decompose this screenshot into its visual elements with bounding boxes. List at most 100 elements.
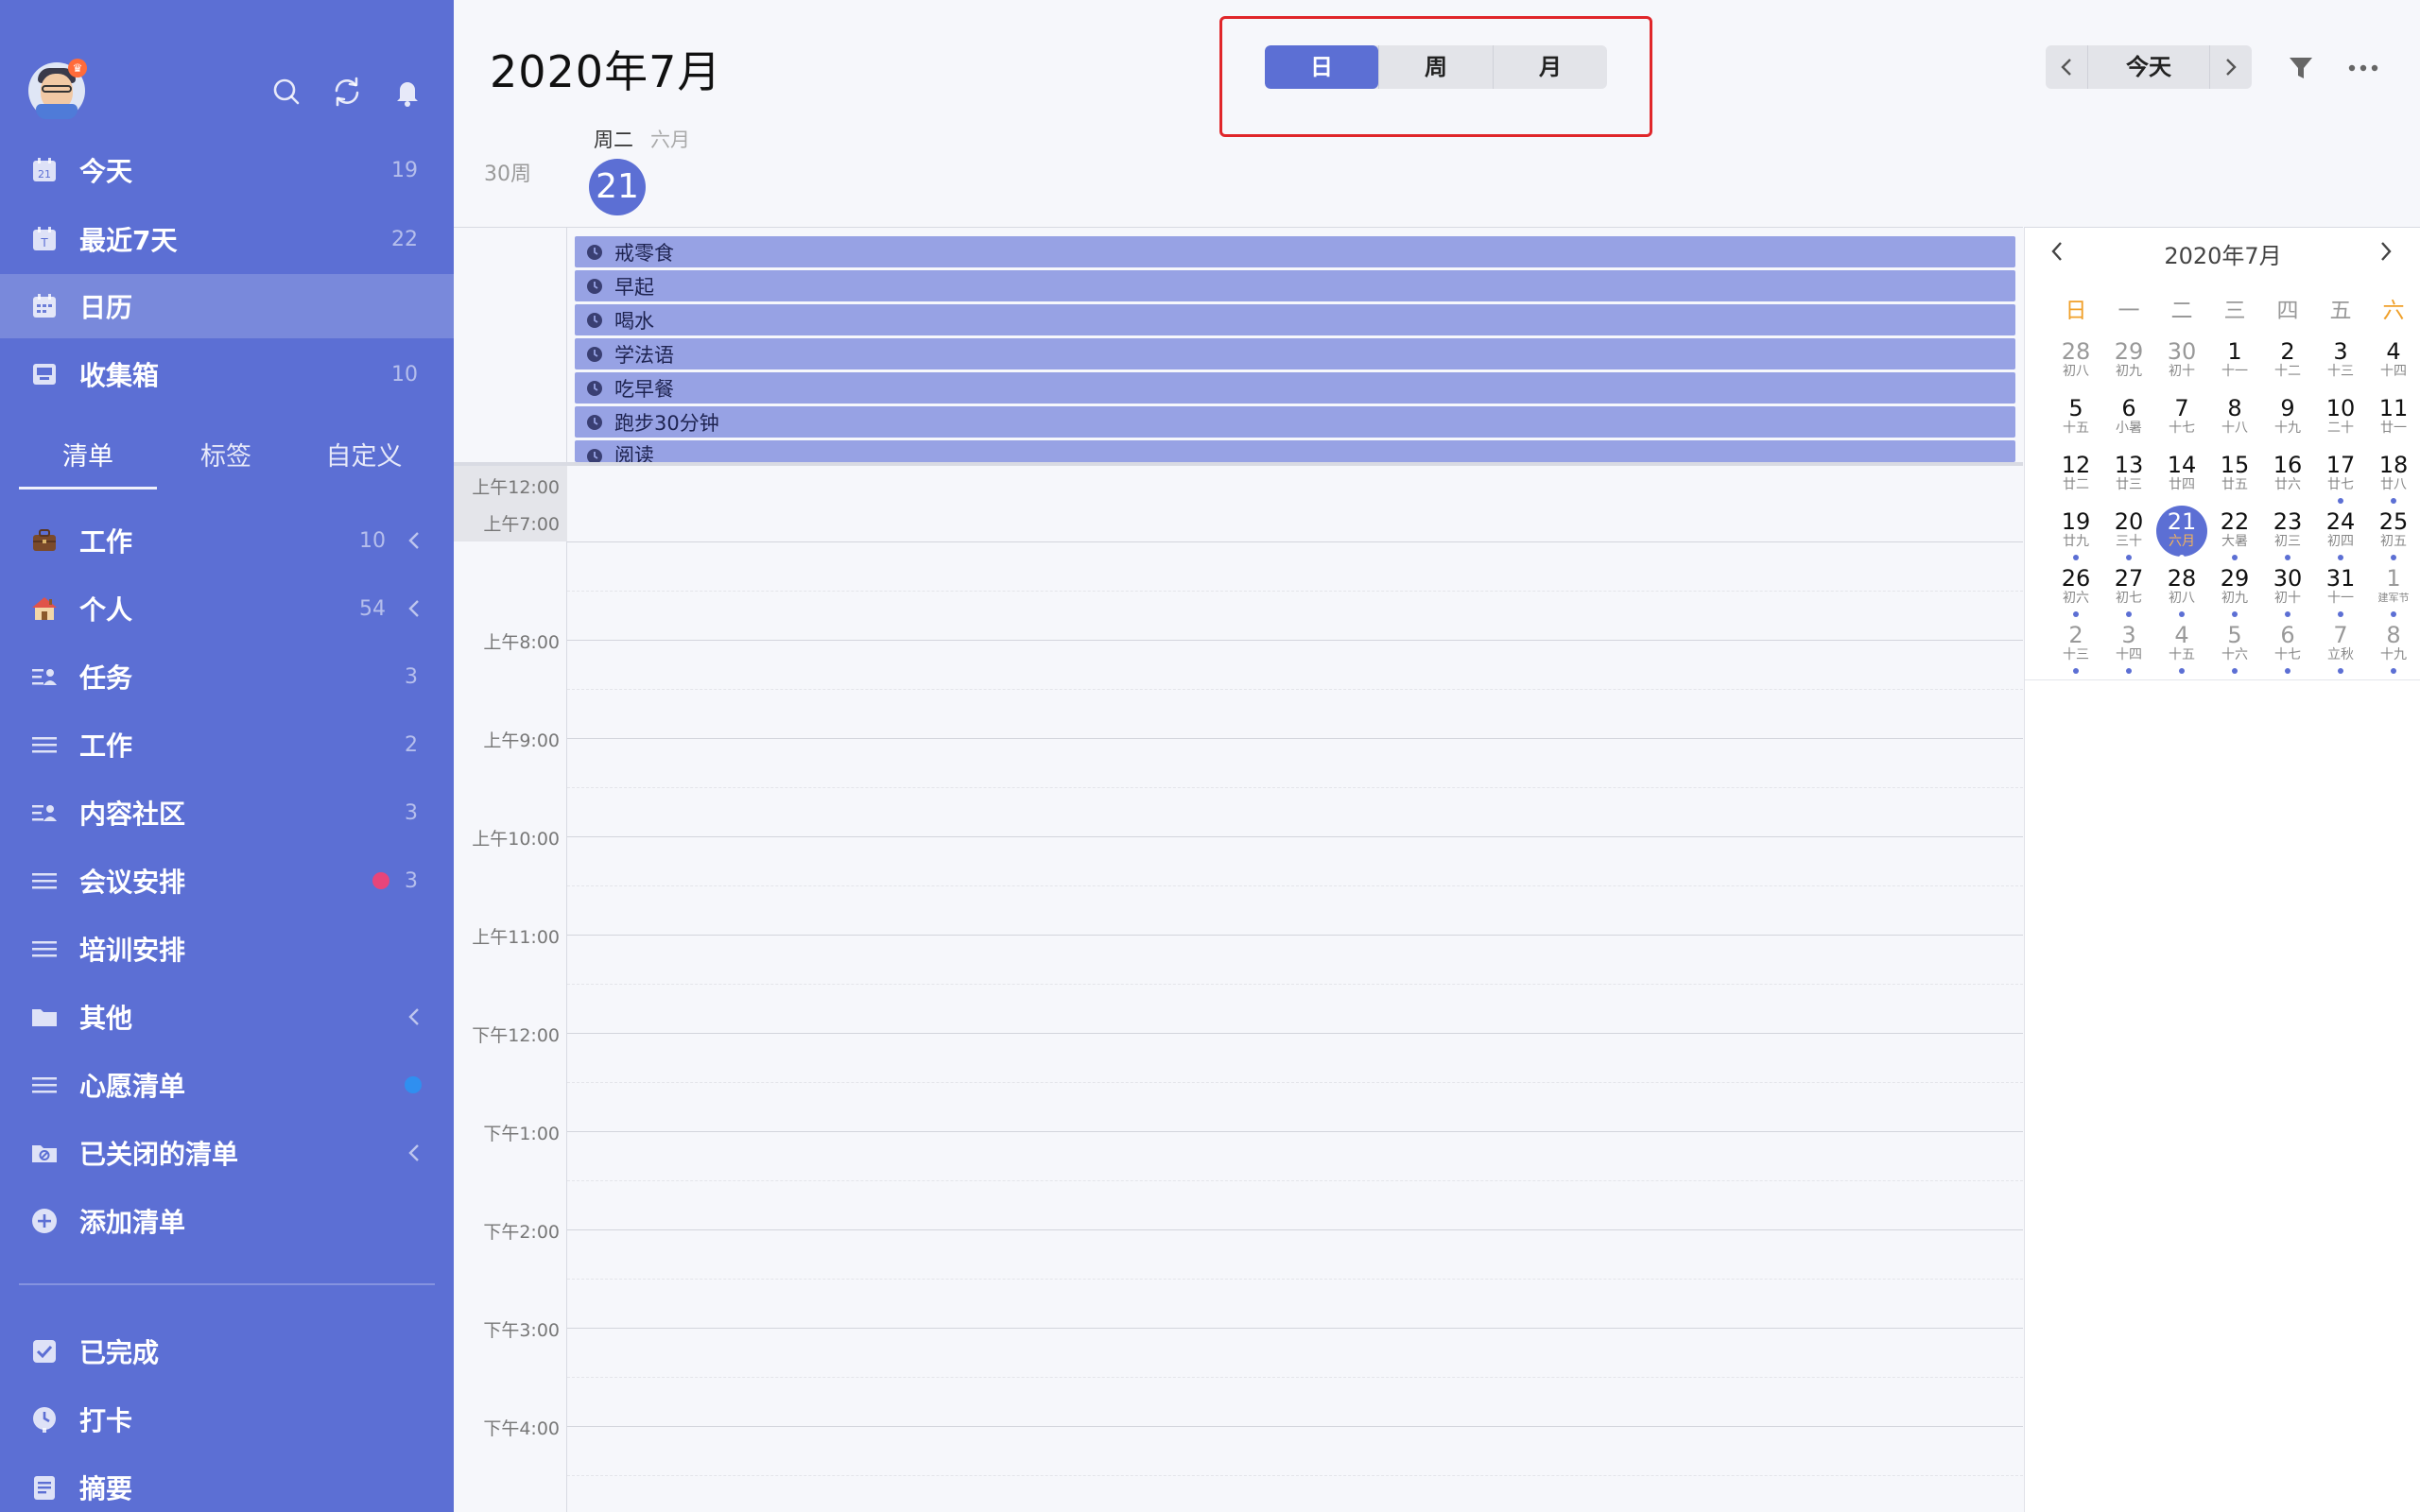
mini-calendar-day[interactable]: 22 大暑 [2208, 509, 2261, 566]
avatar[interactable]: ♛ [28, 59, 87, 119]
mini-calendar-day[interactable]: 20 三十 [2102, 509, 2155, 566]
sidebar-item-work-folder[interactable]: 工作 10 [0, 508, 454, 573]
event-item[interactable]: 学法语 [575, 338, 2015, 369]
more-options-icon[interactable] [2344, 53, 2382, 83]
bell-icon[interactable] [391, 76, 424, 108]
previous-day-button[interactable] [2046, 45, 2087, 89]
mini-calendar-day[interactable]: 2 十二 [2261, 339, 2314, 396]
selected-date-badge[interactable]: 21 [589, 159, 646, 215]
view-day-button[interactable]: 日 [1265, 45, 1378, 89]
sidebar-item-training[interactable]: 培训安排 [0, 917, 454, 981]
sidebar-item-label: 心愿清单 [79, 1071, 186, 1102]
event-item[interactable]: 喝水 [575, 304, 2015, 335]
weekday-header: 二 [2170, 299, 2193, 323]
sidebar-item-summary[interactable]: 摘要 [0, 1455, 454, 1512]
mini-calendar-day[interactable]: 6 小暑 [2102, 396, 2155, 453]
mini-calendar-day[interactable]: 1 十一 [2208, 339, 2261, 396]
mini-calendar-day[interactable]: 5 十五 [2049, 396, 2102, 453]
sidebar-item-personal-folder[interactable]: 个人 54 [0, 576, 454, 641]
search-icon[interactable] [270, 76, 302, 108]
event-item[interactable]: 戒零食 [575, 236, 2015, 267]
mini-calendar-day-selected[interactable]: 21 六月 [2155, 506, 2208, 566]
sidebar-item-closed-lists[interactable]: 已关闭的清单 [0, 1121, 454, 1185]
view-month-button[interactable]: 月 [1493, 45, 1607, 89]
half-hour-line [567, 1279, 2023, 1280]
list-icon [30, 935, 59, 963]
mini-calendar-day[interactable]: 30 初十 [2261, 566, 2314, 623]
day-number: 18 [2378, 452, 2409, 478]
chevron-left-icon[interactable] [406, 529, 422, 552]
tab-custom[interactable]: 自定义 [295, 431, 433, 490]
sidebar-item-inbox[interactable]: 收集箱 10 [0, 342, 454, 406]
sidebar-item-completed[interactable]: 已完成 [0, 1319, 454, 1383]
mini-calendar-day[interactable]: 19 廿九 [2049, 509, 2102, 566]
view-week-button[interactable]: 周 [1378, 45, 1493, 89]
sidebar-item-next-7-days[interactable]: T 最近7天 22 [0, 207, 454, 271]
lunar-date: 十六 [2221, 647, 2248, 662]
filter-icon[interactable] [2286, 53, 2316, 83]
mini-calendar-day[interactable]: 7 十七 [2155, 396, 2208, 453]
chevron-left-icon[interactable] [406, 597, 422, 620]
mini-calendar-day[interactable]: 31 十一 [2314, 566, 2367, 623]
mini-calendar-day[interactable]: 16 廿六 [2261, 453, 2314, 509]
mini-calendar-day[interactable]: 12 廿二 [2049, 453, 2102, 509]
mini-calendar-day[interactable]: 3 十三 [2314, 339, 2367, 396]
mini-calendar-day[interactable]: 10 二十 [2314, 396, 2367, 453]
mini-calendar-day[interactable]: 28 初八 [2155, 566, 2208, 623]
chevron-left-icon[interactable] [406, 1142, 422, 1164]
sync-icon[interactable] [331, 76, 363, 108]
mini-calendar-day[interactable]: 18 廿八 [2367, 453, 2420, 509]
sidebar-item-wishlist[interactable]: 心愿清单 [0, 1053, 454, 1117]
mini-calendar-day[interactable]: 8 十八 [2208, 396, 2261, 453]
mini-calendar-day[interactable]: 6 十七 [2261, 623, 2314, 679]
chevron-left-icon[interactable] [406, 1005, 422, 1028]
mini-calendar-day[interactable]: 26 初六 [2049, 566, 2102, 623]
sidebar-item-others-folder[interactable]: 其他 [0, 985, 454, 1049]
mini-calendar-day[interactable]: 24 初四 [2314, 509, 2367, 566]
mini-calendar-day[interactable]: 9 十九 [2261, 396, 2314, 453]
event-item[interactable]: 吃早餐 [575, 372, 2015, 404]
lunar-date: 十九 [2274, 421, 2301, 436]
mini-calendar-day[interactable]: 28 初八 [2049, 339, 2102, 396]
lunar-date: 十一 [2327, 591, 2354, 606]
next-month-button[interactable] [2378, 239, 2394, 264]
sidebar-item-work[interactable]: 工作 2 [0, 713, 454, 777]
mini-calendar-day[interactable]: 11 廿一 [2367, 396, 2420, 453]
mini-calendar-day[interactable]: 25 初五 [2367, 509, 2420, 566]
mini-calendar-day[interactable]: 23 初三 [2261, 509, 2314, 566]
event-item[interactable]: 阅读 [575, 440, 2015, 462]
mini-calendar-day[interactable]: 4 十四 [2367, 339, 2420, 396]
mini-calendar-day[interactable]: 7 立秋 [2314, 623, 2367, 679]
mini-calendar-day[interactable]: 1 建军节 [2367, 566, 2420, 623]
lunar-date: 六月 [2169, 534, 2195, 549]
sidebar-item-meetings[interactable]: 会议安排 3 [0, 849, 454, 913]
day-number: 25 [2378, 508, 2409, 535]
add-list-button[interactable]: 添加清单 [0, 1189, 454, 1253]
tab-lists[interactable]: 清单 [19, 431, 157, 490]
sidebar-item-tasks[interactable]: 任务 3 [0, 644, 454, 709]
mini-calendar-day[interactable]: 30 初十 [2155, 339, 2208, 396]
mini-calendar-day[interactable]: 27 初七 [2102, 566, 2155, 623]
sidebar-item-today[interactable]: 21 今天 19 [0, 138, 454, 202]
tab-tags[interactable]: 标签 [157, 431, 295, 490]
sidebar-item-habit[interactable]: 打卡 [0, 1387, 454, 1452]
event-item[interactable]: 早起 [575, 270, 2015, 301]
mini-calendar-day[interactable]: 14 廿四 [2155, 453, 2208, 509]
mini-calendar-day[interactable]: 29 初九 [2102, 339, 2155, 396]
mini-calendar-day[interactable]: 8 十九 [2367, 623, 2420, 679]
today-button[interactable]: 今天 [2087, 45, 2210, 89]
mini-calendar-day[interactable]: 15 廿五 [2208, 453, 2261, 509]
sidebar-item-content-community[interactable]: 内容社区 3 [0, 781, 454, 845]
mini-calendar-day[interactable]: 3 十四 [2102, 623, 2155, 679]
mini-calendar-day[interactable]: 13 廿三 [2102, 453, 2155, 509]
sidebar-item-calendar[interactable]: 日历 [0, 274, 454, 338]
mini-calendar-day[interactable]: 4 十五 [2155, 623, 2208, 679]
next-day-button[interactable] [2210, 45, 2252, 89]
day-number: 13 [2114, 452, 2144, 478]
mini-calendar-day[interactable]: 2 十三 [2049, 623, 2102, 679]
mini-calendar-day[interactable]: 29 初九 [2208, 566, 2261, 623]
event-item[interactable]: 跑步30分钟 [575, 406, 2015, 438]
has-tasks-dot [2391, 611, 2396, 617]
mini-calendar-day[interactable]: 5 十六 [2208, 623, 2261, 679]
mini-calendar-day[interactable]: 17 廿七 [2314, 453, 2367, 509]
